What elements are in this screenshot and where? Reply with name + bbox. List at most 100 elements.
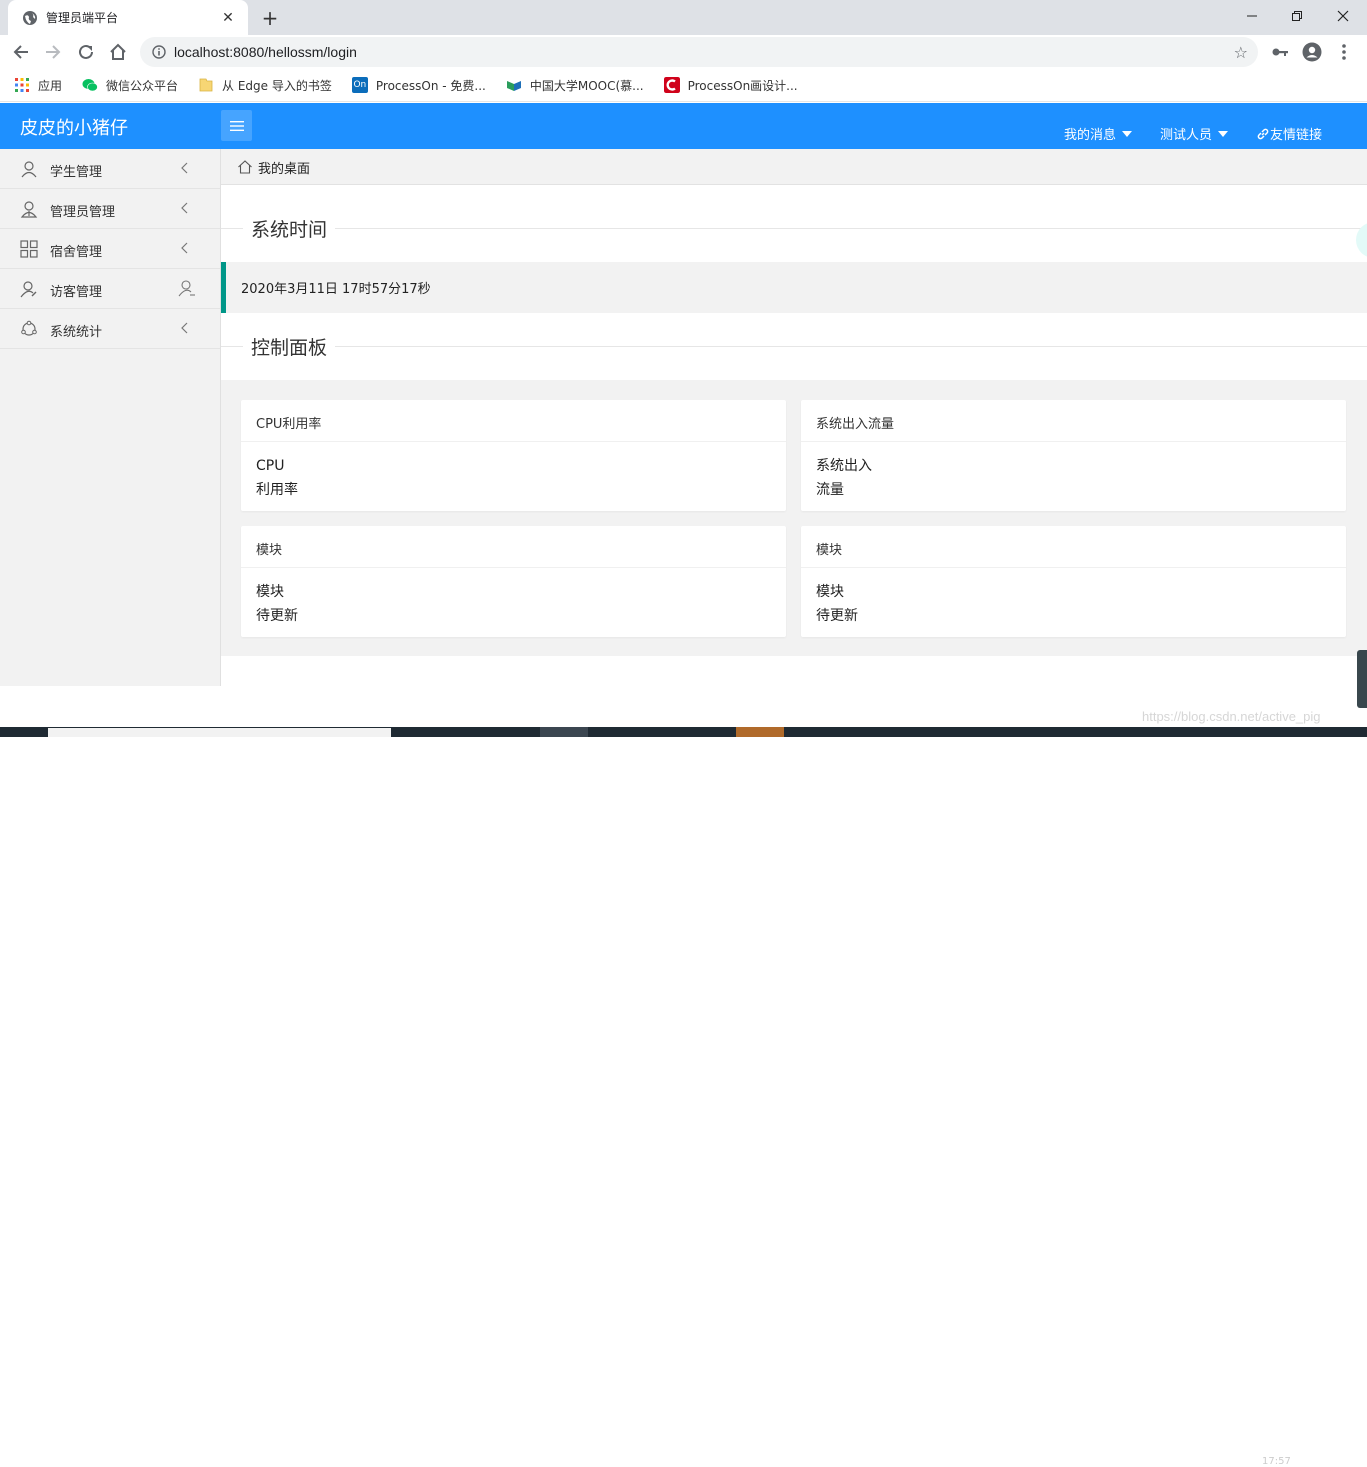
section-title: 系统时间 (243, 214, 336, 242)
card-line: 模块 (816, 584, 844, 600)
sidebar-item-label: 系统统计 (50, 325, 103, 340)
back-button[interactable] (8, 39, 34, 65)
tab-title: 管理员端平台 (46, 11, 119, 25)
apps-grid-icon (15, 78, 29, 92)
breadcrumb-label[interactable]: 我的桌面 (258, 158, 310, 177)
bookmark-apps[interactable]: 应用 (14, 77, 62, 94)
link-icon (1257, 128, 1269, 139)
bookmarks-bar: 应用 微信公众平台 从 Edge 导入的书签 On ProcessOn - 免费… (0, 69, 1367, 102)
taskbar-search[interactable] (48, 728, 391, 737)
globe-icon (23, 10, 37, 25)
home-icon[interactable] (237, 159, 253, 175)
browser-toolbar: localhost:8080/hellossm/login ☆ (0, 35, 1367, 69)
user-icon (20, 160, 38, 178)
card-cpu: CPU利用率 CPU 利用率 (241, 400, 786, 511)
card-line: 利用率 (256, 482, 298, 498)
bookmark-label: 应用 (38, 78, 63, 93)
address-bar[interactable]: localhost:8080/hellossm/login ☆ (140, 37, 1258, 67)
bookmark-label: 微信公众平台 (106, 78, 179, 93)
browser-tabstrip: 管理员端平台 ✕ + (0, 0, 1367, 35)
bookmark-label: ProcessOn画设计... (687, 78, 798, 93)
os-taskbar: 17:57 (0, 727, 1367, 1467)
card-module: 模块 模块 待更新 (241, 526, 786, 637)
taskbar-app[interactable] (540, 727, 588, 737)
profile-icon[interactable] (1301, 41, 1323, 63)
card-line: 流量 (816, 482, 844, 498)
user-menu[interactable]: 测试人员 (1160, 124, 1229, 143)
system-time-heading: 系统时间 (221, 208, 1367, 248)
arrow-left-icon (13, 45, 28, 59)
restore-button[interactable] (1282, 4, 1312, 28)
folder-icon (199, 78, 213, 92)
mooc-icon (506, 81, 521, 91)
bookmark-edge-folder[interactable]: 从 Edge 导入的书签 (198, 77, 332, 94)
new-tab-button[interactable]: + (258, 6, 282, 30)
sidebar: 学生管理 管理员管理 宿舍管理 访客管理 系统统计 (0, 149, 221, 686)
admin-icon (20, 200, 38, 218)
card-line: CPU (256, 458, 285, 474)
friend-links-menu[interactable]: 友情链接 (1256, 124, 1322, 143)
card-line: 待更新 (816, 608, 858, 624)
bookmark-label: 中国大学MOOC(慕... (529, 78, 644, 93)
chevron-left-icon (178, 321, 192, 335)
bookmark-star-icon[interactable]: ☆ (1234, 43, 1248, 62)
user-label: 测试人员 (1160, 128, 1213, 143)
card-line: 模块 (256, 584, 284, 600)
more-menu-icon[interactable] (1333, 41, 1355, 63)
stats-icon (20, 320, 38, 338)
chevron-left-icon (178, 161, 192, 175)
sidebar-toggle-button[interactable] (221, 110, 252, 141)
side-widget[interactable] (1357, 650, 1367, 708)
home-button[interactable] (105, 39, 131, 65)
close-tab-icon[interactable]: ✕ (218, 8, 238, 28)
bookmark-wechat[interactable]: 微信公众平台 (82, 77, 178, 94)
url-text: localhost:8080/hellossm/login (174, 44, 357, 60)
visitor-icon (20, 280, 38, 298)
key-icon[interactable] (1269, 41, 1291, 63)
grid-icon (20, 239, 38, 258)
taskbar-app[interactable] (736, 727, 784, 737)
messages-menu[interactable]: 我的消息 (1064, 124, 1133, 143)
sidebar-item-label: 宿舍管理 (50, 245, 103, 260)
chevron-left-icon (178, 201, 192, 215)
sidebar-item-dorms[interactable]: 宿舍管理 (0, 229, 220, 269)
minimize-button[interactable] (1237, 4, 1267, 28)
system-time-value: 2020年3月11日 17时57分17秒 (221, 262, 1367, 313)
taskbar-clock: 17:57 (1262, 1456, 1291, 1467)
card-title: 模块 (241, 526, 786, 568)
hamburger-icon (229, 120, 244, 131)
messages-label: 我的消息 (1064, 128, 1117, 143)
control-panel-heading: 控制面板 (221, 326, 1367, 366)
info-icon[interactable] (152, 45, 166, 59)
app-header: 皮皮的小猪仔 我的消息 测试人员 友情链接 (0, 103, 1367, 149)
reload-button[interactable] (73, 39, 99, 65)
breadcrumb: 我的桌面 (221, 149, 1367, 185)
sidebar-item-label: 学生管理 (50, 165, 103, 180)
app-logo[interactable]: 皮皮的小猪仔 (20, 114, 128, 140)
bookmark-processon[interactable]: On ProcessOn - 免费... (351, 77, 486, 94)
visitor-edit-icon (178, 280, 196, 297)
sidebar-item-admins[interactable]: 管理员管理 (0, 189, 220, 229)
friend-links-label: 友情链接 (1270, 128, 1323, 143)
sidebar-item-label: 管理员管理 (50, 205, 116, 220)
sidebar-item-statistics[interactable]: 系统统计 (0, 309, 220, 349)
home-icon (110, 43, 126, 60)
card-title: 系统出入流量 (801, 400, 1346, 442)
card-traffic: 系统出入流量 系统出入 流量 (801, 400, 1346, 511)
sidebar-item-visitors[interactable]: 访客管理 (0, 269, 220, 309)
reload-icon (79, 44, 93, 59)
bookmark-mooc[interactable]: 中国大学MOOC(慕... (506, 77, 644, 94)
bookmark-label: 从 Edge 导入的书签 (222, 78, 332, 93)
close-icon (1337, 10, 1349, 22)
section-title: 控制面板 (243, 332, 336, 360)
bookmark-processon-design[interactable]: ProcessOn画设计... (663, 77, 798, 94)
browser-tab[interactable]: 管理员端平台 ✕ (8, 0, 248, 35)
forward-button[interactable] (40, 39, 66, 65)
caret-down-icon (1218, 130, 1229, 137)
sidebar-item-students[interactable]: 学生管理 (0, 149, 220, 189)
close-window-button[interactable] (1328, 4, 1358, 28)
bookmark-label: ProcessOn - 免费... (375, 78, 486, 93)
processon-icon: On (351, 77, 368, 93)
control-panel: CPU利用率 CPU 利用率 系统出入流量 系统出入 流量 模块 模块 待更新 … (221, 380, 1367, 656)
card-title: CPU利用率 (241, 400, 786, 442)
